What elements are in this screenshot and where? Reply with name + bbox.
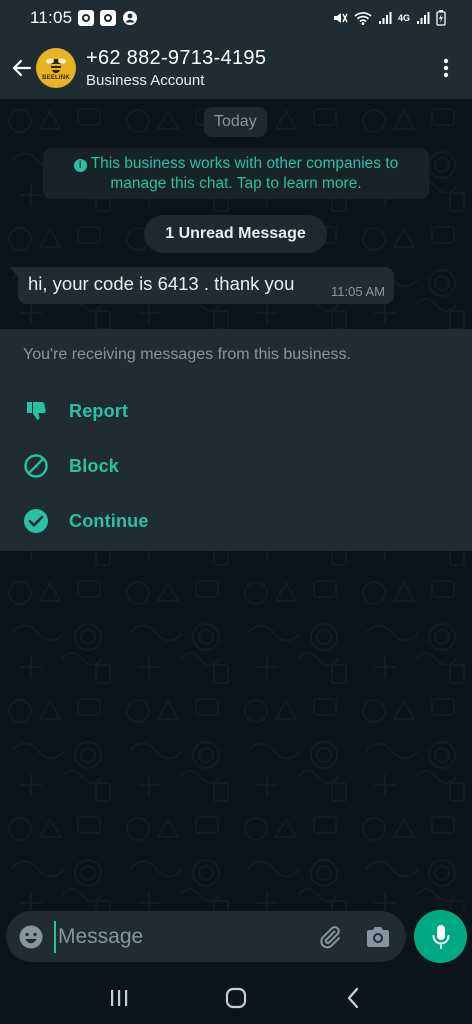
voice-message-button[interactable]	[414, 910, 467, 963]
message-input-box[interactable]	[6, 911, 406, 962]
chat-header: BEELINK +62 882-9713-4195 Business Accou…	[0, 36, 472, 99]
block-button[interactable]: Block	[23, 448, 323, 484]
contact-info[interactable]: +62 882-9713-4195 Business Account	[86, 46, 426, 89]
menu-button[interactable]	[426, 48, 466, 88]
signal-icon	[378, 12, 392, 24]
mute-icon	[333, 13, 348, 23]
report-label: Report	[69, 400, 129, 421]
thumbs-down-icon	[23, 398, 49, 424]
status-time: 11:05	[30, 8, 73, 27]
notification-settings-icon	[123, 11, 138, 25]
wifi-icon	[354, 12, 372, 25]
signal-icon	[417, 12, 430, 24]
status-bar: 11:05 4G	[0, 0, 472, 36]
block-label: Block	[69, 455, 120, 476]
back-button[interactable]	[4, 48, 38, 88]
business-notice[interactable]: i This business works with other companie…	[43, 148, 429, 199]
block-icon	[23, 453, 49, 479]
camera-button[interactable]	[364, 923, 392, 951]
message-time: 11:05 AM	[331, 284, 385, 299]
home-icon	[225, 987, 247, 1009]
panel-info-text: You're receiving messages from this busi…	[23, 346, 351, 363]
chat-area[interactable]: Today i This business works with other co…	[0, 99, 472, 910]
report-button[interactable]: Report	[23, 393, 323, 429]
system-nav-bar	[0, 972, 472, 1024]
kebab-menu-icon	[443, 58, 449, 77]
back-icon	[348, 987, 359, 1009]
back-arrow-icon	[12, 59, 32, 76]
attach-icon	[320, 926, 340, 949]
emoji-icon	[19, 925, 43, 948]
message-text: hi, your code is 6413 . thank you	[28, 273, 295, 294]
business-action-panel: You're receiving messages from this busi…	[0, 329, 472, 551]
attach-button[interactable]	[316, 923, 344, 951]
message-composer	[0, 910, 472, 972]
check-circle-icon	[23, 508, 49, 534]
recents-icon	[110, 990, 127, 1006]
notification-app-icon	[100, 10, 117, 26]
camera-icon	[367, 927, 389, 947]
business-notice-text: This business works with other companies…	[90, 155, 399, 192]
continue-label: Continue	[69, 510, 149, 531]
contact-subtitle: Business Account	[86, 72, 205, 89]
continue-button[interactable]: Continue	[23, 503, 323, 539]
unread-badge: 1 Unread Message	[144, 215, 327, 253]
message-bubble[interactable]: hi, your code is 6413 . thank you 11:05 …	[10, 267, 394, 304]
bee-logo-icon	[46, 58, 66, 73]
system-back-button[interactable]	[333, 978, 373, 1018]
network-type: 4G	[397, 13, 410, 23]
home-button[interactable]	[216, 978, 256, 1018]
contact-name: +62 882-9713-4195	[86, 47, 267, 69]
info-icon: i	[73, 159, 87, 172]
date-chip: Today	[204, 107, 267, 137]
battery-icon	[436, 10, 446, 26]
avatar-brand-text: BEELINK	[42, 75, 70, 81]
emoji-button[interactable]	[16, 922, 46, 952]
avatar[interactable]: BEELINK	[36, 47, 76, 88]
recents-button[interactable]	[99, 978, 139, 1018]
mic-icon	[432, 924, 449, 949]
notification-app-icon	[78, 10, 95, 26]
message-input[interactable]	[54, 920, 304, 953]
